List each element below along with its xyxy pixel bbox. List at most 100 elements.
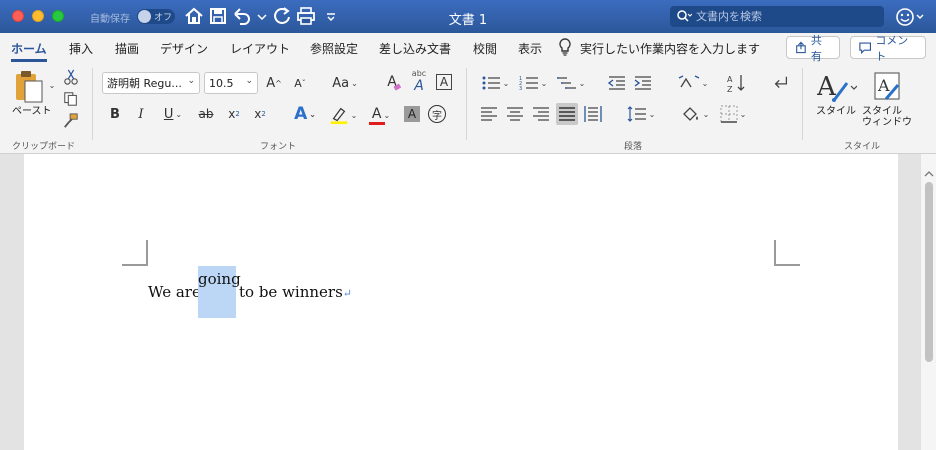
shading-button[interactable]: ⌄ — [678, 104, 712, 124]
tell-me-search[interactable]: 実行したい作業内容を入力します — [580, 40, 760, 57]
bold-button[interactable]: B — [106, 104, 124, 124]
font-color-button[interactable]: A ⌄ — [364, 104, 398, 126]
text-after-value: to be winners — [239, 283, 343, 301]
share-button[interactable]: 共有 — [786, 34, 840, 63]
comment-label: コメント — [875, 33, 909, 63]
italic-icon: I — [138, 106, 144, 122]
tab-view[interactable]: 表示 — [518, 40, 542, 57]
selected-word[interactable]: going — [198, 270, 241, 288]
style-window-label-line2: ウィンドウ — [862, 117, 912, 128]
scrollbar-thumb[interactable] — [925, 182, 933, 362]
strikethrough-button[interactable]: ab — [196, 104, 216, 124]
borders-button[interactable]: ⌄ — [716, 104, 750, 124]
superscript-icon: x — [254, 107, 262, 121]
distributed-button[interactable] — [582, 104, 604, 124]
tab-review[interactable]: 校閲 — [473, 40, 497, 57]
align-right-icon — [533, 107, 549, 121]
superscript-mark: 2 — [261, 110, 266, 118]
svg-text:Z: Z — [727, 85, 733, 93]
tab-insert[interactable]: 挿入 — [69, 40, 93, 57]
phonetic-guide-small-text: abc — [411, 68, 427, 78]
superscript-button[interactable]: x2 — [250, 104, 270, 124]
font-size-dropdown[interactable]: 10.5 ⌄ — [204, 72, 258, 94]
share-icon — [796, 41, 806, 54]
text-after-selection: to be winners↵ — [239, 283, 352, 301]
align-center-icon — [507, 107, 523, 121]
bullets-button[interactable]: ⌄ — [478, 74, 512, 92]
shrink-font-button[interactable]: Aˇ — [292, 74, 308, 92]
tab-layout[interactable]: レイアウト — [230, 40, 290, 57]
strikethrough-icon: ab — [198, 107, 214, 121]
text-effects-icon: A — [294, 104, 308, 124]
styles-pane-button[interactable]: A — [872, 68, 904, 104]
align-right-button[interactable] — [530, 104, 552, 124]
character-border-button[interactable]: A — [436, 74, 452, 90]
paste-label: ペースト — [12, 106, 52, 117]
increase-indent-button[interactable] — [632, 74, 654, 92]
tab-references[interactable]: 参照設定 — [310, 40, 358, 57]
tab-draw[interactable]: 描画 — [115, 40, 139, 57]
highlight-color-button[interactable]: ⌄ — [326, 104, 360, 126]
document-page[interactable]: We are going to be winners↵ — [24, 154, 898, 450]
search-box[interactable] — [670, 6, 884, 27]
paragraph-mark-icon — [774, 76, 788, 88]
group-separator — [92, 68, 93, 140]
sort-button[interactable]: AZ — [726, 72, 748, 94]
change-case-button[interactable]: Aa ⌄ — [330, 74, 360, 92]
tab-mailings[interactable]: 差し込み文書 — [379, 40, 451, 57]
align-center-button[interactable] — [504, 104, 526, 124]
numbering-button[interactable]: 123 ⌄ — [516, 74, 550, 92]
align-left-button[interactable] — [478, 104, 500, 124]
cut-icon[interactable] — [62, 68, 80, 86]
clear-formatting-button[interactable]: A — [382, 72, 402, 92]
font-group-label: フォント — [260, 142, 297, 152]
svg-text:A: A — [727, 75, 733, 84]
multilevel-list-button[interactable]: ⌄ — [554, 74, 588, 92]
distributed-icon — [584, 106, 602, 122]
svg-text:A: A — [877, 76, 890, 95]
font-name-dropdown[interactable]: 游明朝 Regu... ⌄ — [102, 72, 200, 94]
style-label: スタイル — [816, 106, 856, 117]
paragraph-group-label: 段落 — [624, 142, 643, 152]
paste-dropdown-icon[interactable]: ⌄ — [46, 80, 56, 90]
phonetic-guide-button[interactable]: abc A — [408, 68, 430, 94]
decrease-indent-button[interactable] — [606, 74, 628, 92]
tab-home[interactable]: ホーム — [11, 40, 47, 57]
styles-gallery-button[interactable]: A — [814, 68, 860, 104]
font-color-letter: A — [371, 105, 382, 122]
svg-text:3: 3 — [519, 86, 522, 91]
text-direction-button[interactable]: ⌄ — [676, 74, 710, 92]
grow-font-button[interactable]: A ^ — [266, 74, 282, 92]
comment-button[interactable]: コメント — [850, 34, 926, 63]
align-left-icon — [481, 107, 497, 121]
show-paragraph-marks-button[interactable] — [770, 72, 792, 94]
enclose-characters-icon: 字 — [432, 110, 442, 122]
tab-design[interactable]: デザイン — [160, 40, 208, 57]
borders-icon — [720, 105, 738, 123]
grow-font-icon: A — [266, 75, 276, 91]
clipboard-icon — [16, 71, 43, 103]
character-shading-button[interactable]: A — [404, 106, 420, 122]
change-case-icon: Aa — [332, 75, 350, 91]
justify-icon — [559, 107, 575, 121]
paste-button[interactable] — [12, 68, 46, 104]
line-spacing-button[interactable]: ⌄ — [624, 104, 658, 124]
character-shading-icon: A — [407, 107, 417, 121]
lightbulb-icon — [556, 37, 574, 57]
vertical-scrollbar[interactable] — [920, 154, 936, 450]
justify-button[interactable] — [556, 103, 578, 125]
scroll-up-icon[interactable] — [924, 168, 934, 182]
subscript-button[interactable]: x2 — [224, 104, 244, 124]
italic-button[interactable]: I — [132, 104, 150, 124]
copy-icon[interactable] — [62, 90, 80, 108]
format-painter-icon[interactable] — [62, 112, 80, 130]
share-label: 共有 — [810, 33, 822, 63]
text-before-selection: We are — [148, 283, 201, 301]
search-input[interactable] — [696, 8, 876, 25]
underline-icon: U — [163, 106, 174, 122]
feedback-smiley-icon[interactable] — [894, 6, 926, 28]
enclose-characters-button[interactable]: 字 — [428, 105, 446, 123]
underline-button[interactable]: U ⌄ — [158, 104, 188, 124]
subscript-mark: 2 — [235, 110, 240, 118]
text-effects-button[interactable]: A ⌄ — [288, 104, 322, 124]
